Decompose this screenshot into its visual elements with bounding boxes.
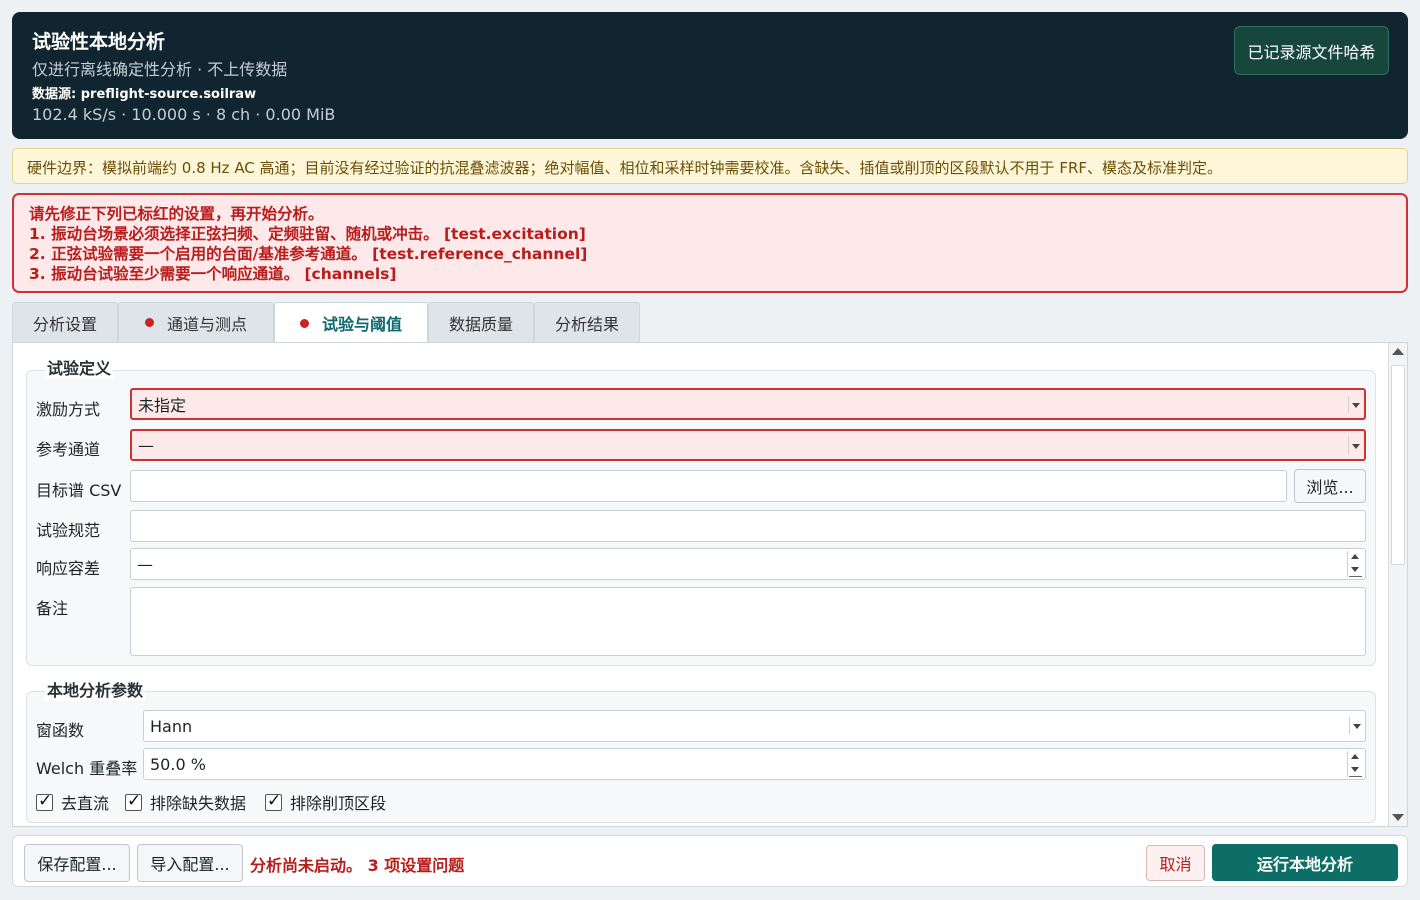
tab-label: 分析结果: [554, 314, 619, 334]
welch-overlap-label: Welch 重叠率: [36, 759, 138, 778]
excitation-select[interactable]: 未指定: [130, 388, 1366, 420]
import-config-button[interactable]: 导入配置...: [137, 844, 243, 882]
excitation-label: 激励方式: [36, 400, 101, 419]
spinner-arrows-icon[interactable]: [1347, 751, 1363, 777]
tab-bar: 分析设置 通道与测点 试验与阈值 数据质量 分析结果: [12, 302, 640, 343]
scroll-down-icon[interactable]: [1392, 814, 1404, 821]
tab-label: 分析设置: [32, 314, 97, 334]
footer-bar: 保存配置... 导入配置... 分析尚未启动。 3 项设置问题 取消 运行本地分…: [12, 835, 1408, 887]
tab-analysis-results[interactable]: 分析结果: [534, 302, 640, 342]
page-subtitle: 仅进行离线确定性分析 · 不上传数据: [32, 60, 288, 79]
analysis-status-text: 分析尚未启动。 3 项设置问题: [250, 856, 465, 875]
tab-channels[interactable]: 通道与测点: [118, 302, 274, 342]
checkbox-checked-icon[interactable]: [125, 791, 142, 811]
notes-label: 备注: [36, 599, 69, 618]
tab-label: 试验与阈值: [321, 315, 402, 334]
test-spec-label: 试验规范: [36, 521, 101, 540]
target-csv-label: 目标谱 CSV: [36, 481, 122, 500]
response-tolerance-value: —: [137, 554, 153, 574]
excitation-value: 未指定: [138, 396, 187, 415]
chevron-down-icon: [1348, 437, 1361, 454]
source-hash-button[interactable]: 已记录源文件哈希: [1234, 26, 1389, 75]
error-intro: 请先修正下列已标红的设置，再开始分析。: [29, 205, 324, 223]
error-dot-icon: [299, 318, 309, 328]
window-function-select[interactable]: Hann: [143, 710, 1366, 742]
scrollbar-thumb[interactable]: [1391, 365, 1405, 565]
page-title: 试验性本地分析: [32, 31, 166, 53]
target-csv-input[interactable]: [130, 470, 1287, 502]
tab-label: 通道与测点: [166, 314, 247, 334]
cancel-button[interactable]: 取消: [1146, 845, 1205, 881]
window-function-value: Hann: [150, 716, 193, 736]
error-item[interactable]: 1. 振动台场景必须选择正弦扫频、定频驻留、随机或冲击。 [test.excit…: [29, 224, 1391, 244]
vertical-scrollbar[interactable]: [1388, 343, 1407, 826]
checkbox-checked-icon[interactable]: [36, 791, 53, 811]
notes-textarea[interactable]: [130, 587, 1366, 656]
tab-test-thresholds[interactable]: 试验与阈值: [274, 302, 428, 343]
browse-button[interactable]: 浏览...: [1294, 469, 1366, 503]
app-header: 试验性本地分析 仅进行离线确定性分析 · 不上传数据 数据源: prefligh…: [12, 12, 1408, 139]
reference-channel-label: 参考通道: [36, 440, 101, 459]
spinner-arrows-icon[interactable]: [1347, 551, 1363, 577]
response-tolerance-label: 响应容差: [36, 559, 101, 578]
exclude-clipped-checkbox[interactable]: 排除削顶区段: [265, 791, 386, 813]
run-analysis-button[interactable]: 运行本地分析: [1212, 844, 1398, 881]
chevron-down-icon: [1349, 717, 1362, 734]
tab-label: 数据质量: [448, 314, 513, 334]
response-tolerance-spinbox[interactable]: —: [130, 548, 1366, 580]
window-function-label: 窗函数: [36, 721, 85, 740]
validation-error-box: 请先修正下列已标红的设置，再开始分析。 1. 振动台场景必须选择正弦扫频、定频驻…: [12, 193, 1408, 293]
tab-analysis-settings[interactable]: 分析设置: [12, 302, 118, 342]
reference-channel-value: —: [138, 435, 154, 455]
scroll-up-icon[interactable]: [1392, 348, 1404, 355]
welch-overlap-value: 50.0 %: [150, 754, 206, 774]
checkbox-checked-icon[interactable]: [265, 791, 282, 811]
save-config-button[interactable]: 保存配置...: [24, 844, 130, 882]
error-item[interactable]: 2. 正弦试验需要一个启用的台面/基准参考通道。 [test.reference…: [29, 244, 1391, 264]
error-item[interactable]: 3. 振动台试验至少需要一个响应通道。 [channels]: [29, 264, 1391, 284]
tab-panel: 试验定义 激励方式 未指定 参考通道 — 目标谱 CSV 浏览... 试验规范 …: [12, 342, 1408, 827]
welch-overlap-spinbox[interactable]: 50.0 %: [143, 748, 1366, 780]
reference-channel-select[interactable]: —: [130, 429, 1366, 461]
data-source-label: 数据源: preflight-source.soilraw: [32, 87, 257, 102]
hardware-warning-banner: 硬件边界：模拟前端约 0.8 Hz AC 高通；目前没有经过验证的抗混叠滤波器；…: [12, 148, 1408, 184]
tab-data-quality[interactable]: 数据质量: [428, 302, 534, 342]
chevron-down-icon: [1348, 396, 1361, 413]
analysis-params-title: 本地分析参数: [45, 677, 146, 701]
data-meta-info: 102.4 kS/s · 10.000 s · 8 ch · 0.00 MiB: [32, 105, 336, 124]
test-spec-input[interactable]: [130, 510, 1366, 542]
remove-dc-checkbox[interactable]: 去直流: [36, 791, 109, 813]
test-definition-title: 试验定义: [45, 355, 114, 379]
exclude-missing-checkbox[interactable]: 排除缺失数据: [125, 791, 246, 813]
error-dot-icon: [144, 318, 154, 327]
